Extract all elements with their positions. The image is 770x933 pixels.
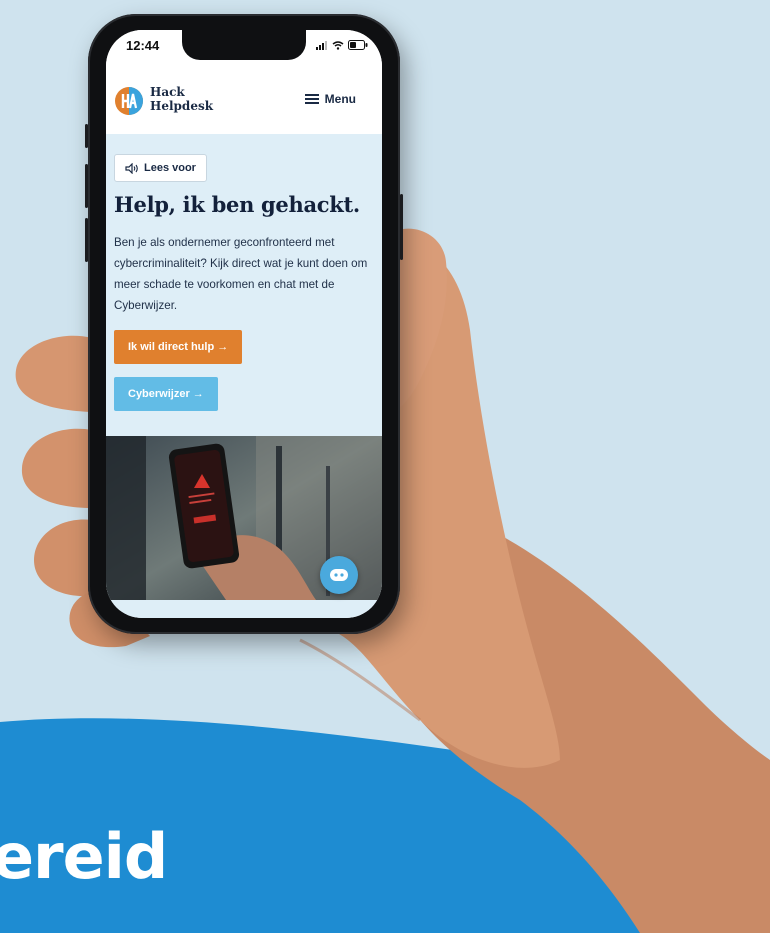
cyberwijzer-button[interactable]: Cyberwijzer → xyxy=(114,377,218,411)
status-icons xyxy=(316,40,368,50)
hero-description: Ben je als ondernemer geconfronteerd met… xyxy=(114,236,368,312)
menu-icon xyxy=(304,94,319,104)
finger-2 xyxy=(21,428,92,508)
menu-label: Menu xyxy=(324,92,356,106)
brand-line-1: Hack xyxy=(150,85,185,99)
read-aloud-label: Lees voor xyxy=(144,162,196,174)
chatbot-button[interactable] xyxy=(320,556,358,594)
finger-3 xyxy=(34,519,92,597)
caption-text: ereid xyxy=(0,820,168,893)
phone-notch xyxy=(182,30,306,60)
signal-icon xyxy=(316,40,327,50)
phone-volume-down xyxy=(85,218,88,262)
menu-button[interactable]: Menu xyxy=(304,92,356,106)
status-time: 12:44 xyxy=(126,38,160,53)
finger-1 xyxy=(15,335,92,412)
page-title: Help, ik ben gehackt. xyxy=(114,192,360,217)
speaker-icon xyxy=(125,162,138,174)
hero-section: Lees voor Help, ik ben gehackt. Ben je a… xyxy=(106,134,382,618)
hack-helpdesk-logo[interactable] xyxy=(114,86,144,116)
brand-line-2: Helpdesk xyxy=(150,99,214,113)
phone-mute-switch xyxy=(85,124,88,148)
phone-screen: 12:44 Hack Helpdesk Menu Lees voor Help,… xyxy=(106,30,382,618)
chatbot-icon xyxy=(330,569,348,581)
phone-volume-up xyxy=(85,164,88,208)
phone-mockup: 12:44 Hack Helpdesk Menu Lees voor Help,… xyxy=(85,14,403,634)
phone-power-button xyxy=(400,194,403,260)
brand-name[interactable]: Hack Helpdesk xyxy=(150,85,213,113)
wifi-icon xyxy=(332,40,344,50)
direct-help-button[interactable]: Ik wil direct hulp → xyxy=(114,330,243,364)
battery-icon xyxy=(348,40,368,50)
read-aloud-button[interactable]: Lees voor xyxy=(114,154,207,182)
site-header: Hack Helpdesk Menu xyxy=(106,62,382,134)
